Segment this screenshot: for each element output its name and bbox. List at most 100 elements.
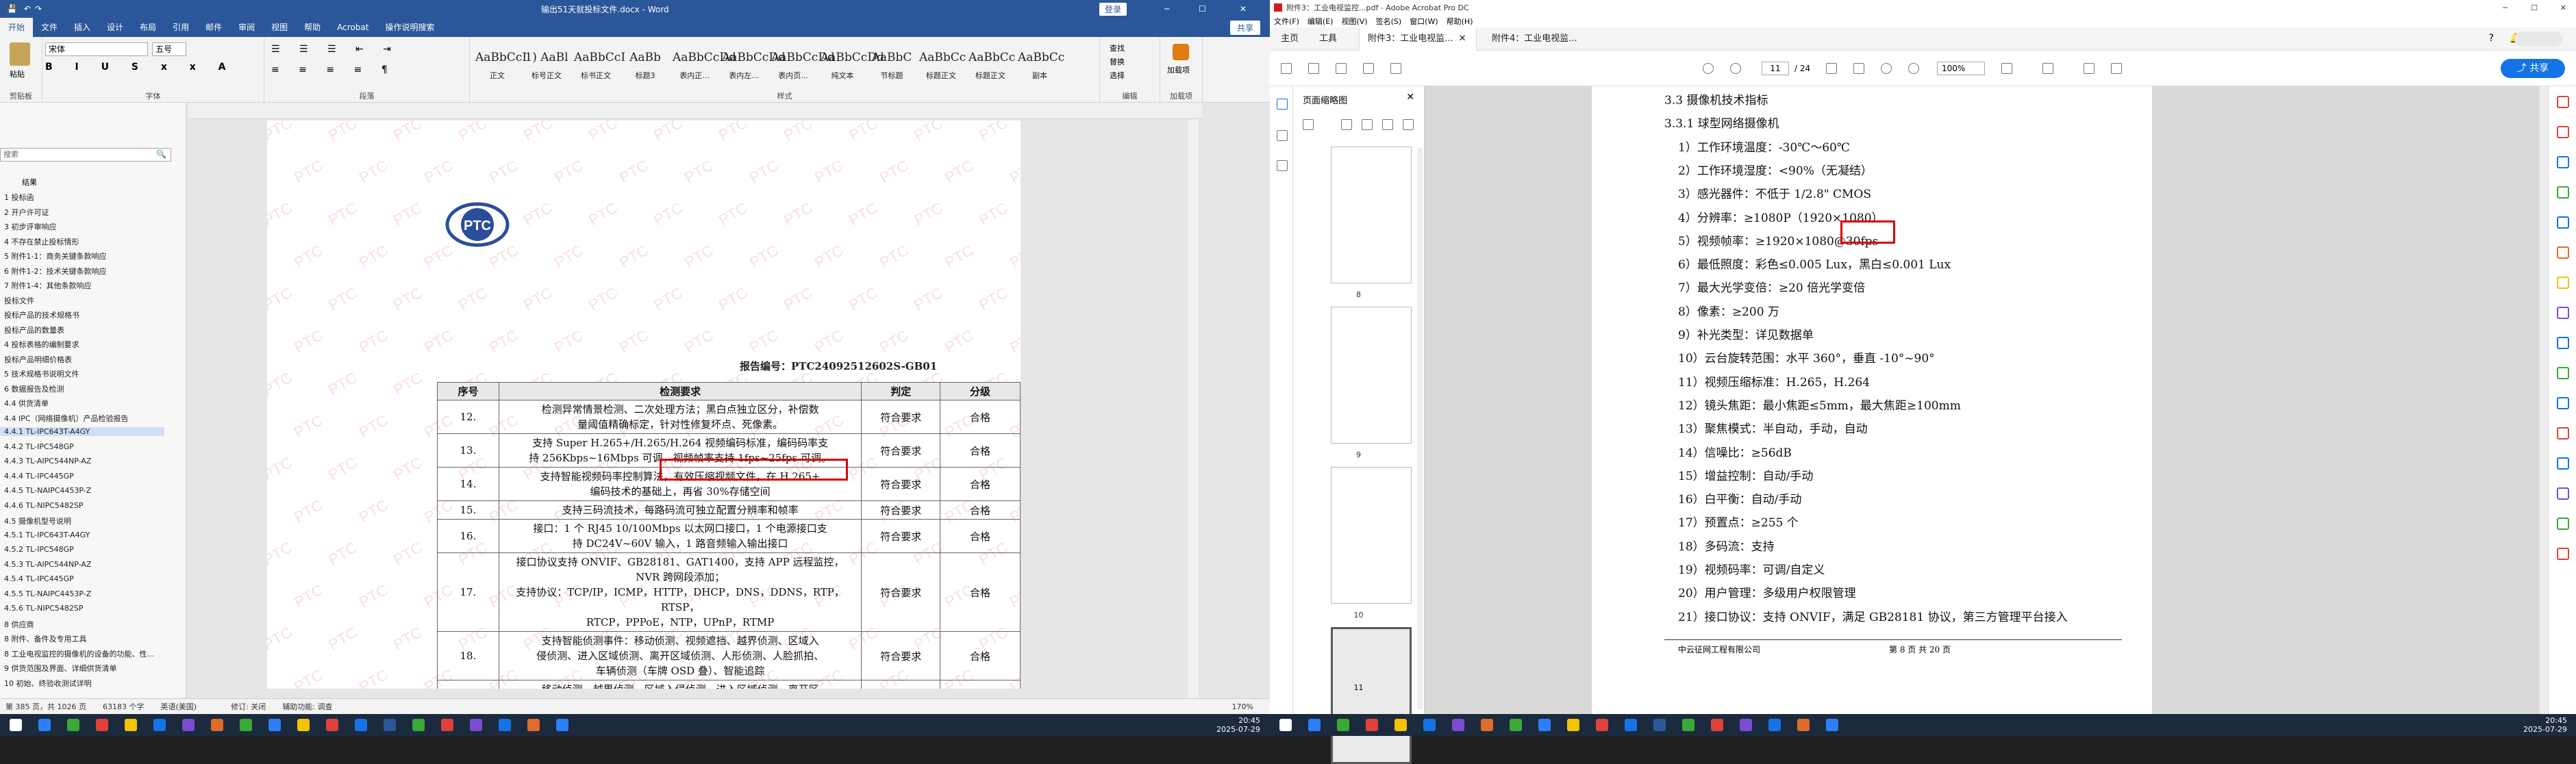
nav-heading-item[interactable]: 4.4.1 TL-IPC643T-A4GY — [0, 427, 164, 436]
minimize-icon[interactable]: ─ — [1164, 4, 1169, 14]
nav-heading-item[interactable]: 4.5 摄像机型号说明 — [4, 515, 71, 526]
taskbar-app-icon[interactable] — [412, 719, 425, 731]
acrobat-restore-icon[interactable]: ☐ — [2531, 3, 2538, 12]
tab-view[interactable]: 视图 — [263, 18, 296, 37]
nav-heading-item[interactable]: 6 附件1-2：技术关键条款响应 — [4, 266, 106, 277]
fill-sign-icon[interactable] — [2557, 307, 2569, 319]
nav-heading-item[interactable]: 7 附件1-4：其他条款响应 — [4, 280, 91, 291]
create-pdf-icon[interactable] — [2557, 156, 2569, 168]
nav-heading-item[interactable]: 6 数据报告及检测 — [4, 383, 64, 394]
help-icon[interactable]: ? — [2489, 33, 2494, 44]
style-item[interactable]: 1) AaBl 标号正文 — [525, 45, 568, 86]
acrobat-close-icon[interactable]: ✕ — [2560, 3, 2566, 12]
protect-icon[interactable] — [2557, 397, 2569, 409]
page-thumbnail[interactable] — [1331, 147, 1412, 283]
taskbar-app-icon[interactable] — [1797, 719, 1810, 731]
style-item[interactable]: AaBbCcDd 表内左... — [722, 45, 786, 86]
style-item[interactable]: AaBb 标题3 — [623, 45, 667, 86]
panel-options-icon[interactable] — [1303, 119, 1314, 130]
nav-heading-item[interactable]: 4.4.5 TL-NAIPC4453P-Z — [4, 486, 91, 495]
addin-icon[interactable] — [1173, 44, 1189, 60]
nav-heading-item[interactable]: 投标文件 — [4, 295, 34, 306]
nav-heading-item[interactable]: 4 不存在禁止投标情形 — [4, 236, 79, 247]
fit-page-icon[interactable] — [2001, 63, 2012, 74]
status-words[interactable]: 63183 个字 — [103, 701, 145, 712]
combine-icon[interactable] — [2557, 186, 2569, 199]
page-number-input[interactable]: 11 — [1762, 62, 1789, 75]
font-size-select[interactable]: 五号 — [152, 42, 186, 56]
nav-heading-item[interactable]: 投标产品的技术规格书 — [4, 309, 79, 320]
nav-heading-item[interactable]: 5 附件1-1：商务关键条款响应 — [4, 251, 106, 262]
clock-left[interactable]: 20:45 2025-07-29 — [1216, 716, 1260, 734]
taskbar-app-icon[interactable] — [1452, 719, 1464, 731]
style-item[interactable]: AaBbCcI 正文 — [475, 45, 527, 86]
tab-layout[interactable]: 布局 — [132, 18, 164, 37]
taskbar-app-icon[interactable] — [1682, 719, 1695, 731]
request-sign-icon[interactable] — [2557, 337, 2569, 349]
select-button[interactable]: 选择 — [1110, 70, 1125, 81]
status-lang[interactable]: 英语(美国) — [160, 701, 197, 712]
tab-design[interactable]: 设计 — [99, 18, 132, 37]
tab-file[interactable]: 文件 — [33, 18, 66, 37]
comment-icon[interactable] — [2084, 63, 2094, 74]
list-icons[interactable]: ☰ ☰ ☰ ⇤ ⇥ — [271, 44, 399, 55]
nav-heading-item[interactable]: 4 投标表格的编制要求 — [4, 339, 79, 350]
taskbar-app-icon[interactable] — [384, 719, 396, 731]
page-thumbnail-selected[interactable] — [1331, 627, 1412, 764]
nav-heading-item[interactable]: 8 供应商 — [4, 619, 34, 630]
save-icon[interactable]: 💾 — [7, 4, 17, 14]
taskbar-app-icon[interactable] — [1625, 719, 1637, 731]
organize-icon[interactable] — [2557, 216, 2569, 229]
nav-heading-item[interactable]: 4.5.4 TL-IPC445GP — [4, 574, 74, 583]
nav-heading-item[interactable]: 10 初始、终验收测试详明 — [4, 678, 92, 689]
tab-mailings[interactable]: 邮件 — [197, 18, 230, 37]
tab-home[interactable]: 开始 — [0, 18, 34, 37]
style-item[interactable]: AaBbCc 副本 — [1018, 45, 1064, 86]
nav-heading-item[interactable]: 8 工业电视监控的摄像机的设备的功能、性... — [4, 648, 154, 659]
tab-help[interactable]: 帮助 — [296, 18, 329, 37]
thumb-scrollbar[interactable] — [1417, 148, 1423, 709]
taskbar-app-icon[interactable] — [125, 719, 137, 731]
upload-icon[interactable] — [1308, 63, 1319, 74]
hand-tool-icon[interactable] — [1853, 63, 1864, 74]
font-name-select[interactable]: 宋体 — [45, 42, 148, 56]
insert-page-icon[interactable] — [1362, 119, 1373, 130]
taskbar-app-icon[interactable] — [1423, 719, 1436, 731]
search-icon[interactable] — [1390, 63, 1401, 74]
select-tool-icon[interactable] — [1826, 63, 1837, 74]
style-item[interactable]: AaBbCcDd 纯文本 — [821, 45, 884, 86]
taskbar-app-icon[interactable] — [297, 719, 310, 731]
taskbar-app-icon[interactable] — [211, 719, 223, 731]
taskbar-app-icon[interactable] — [470, 719, 482, 731]
taskbar-app-icon[interactable] — [1567, 719, 1579, 731]
more-tools-icon[interactable] — [2557, 548, 2569, 560]
format-buttons[interactable]: B I U S x x A — [45, 62, 235, 73]
status-access[interactable]: 辅助功能: 调查 — [282, 701, 332, 712]
rotate-left-icon[interactable] — [1382, 119, 1393, 130]
tab-doc3[interactable]: 附件3：工业电视监... ✕ — [1359, 27, 1477, 51]
taskbar-app-icon[interactable] — [355, 719, 367, 731]
taskbar-app-icon[interactable] — [1826, 719, 1838, 731]
status-track[interactable]: 修订: 关闭 — [231, 701, 266, 712]
prepare-form-icon[interactable] — [2557, 487, 2569, 500]
taskbar-app-icon[interactable] — [1596, 719, 1608, 731]
style-item[interactable]: AaBbC 节标题 — [870, 45, 914, 86]
style-item[interactable]: AaBbCc 标题正文 — [919, 45, 966, 86]
taskbar-app-icon[interactable] — [441, 719, 453, 731]
export-pdf-icon[interactable] — [2557, 96, 2569, 108]
close-icon[interactable]: ✕ — [1240, 4, 1247, 14]
tab-insert[interactable]: 插入 — [66, 18, 99, 37]
restore-icon[interactable]: ☐ — [1199, 4, 1206, 14]
nav-heading-item[interactable]: 4.4.6 TL-NIPC5482SP — [4, 501, 84, 510]
vertical-scrollbar[interactable] — [1188, 119, 1199, 698]
taskbar-app-icon[interactable] — [1337, 719, 1349, 731]
document-page[interactable]: PTC PTC PTC PTC PTC PTC PTC PTC PTC PTC PTC PTC PTC P… — [267, 120, 1021, 689]
paste-button[interactable]: 粘贴 — [10, 68, 25, 79]
taskbar-app-icon[interactable] — [1538, 719, 1551, 731]
undo-icon[interactable]: ↶ — [24, 4, 31, 14]
nav-heading-item[interactable]: 4.4.3 TL-AIPC544NP-AZ — [4, 457, 91, 466]
nav-heading-item[interactable]: 3 初步评审响应 — [4, 221, 57, 232]
nav-tab-results[interactable]: 结果 — [22, 177, 37, 188]
taskbar-app-icon[interactable] — [1768, 719, 1781, 731]
menu-edit[interactable]: 编辑(E) — [1308, 16, 1334, 27]
